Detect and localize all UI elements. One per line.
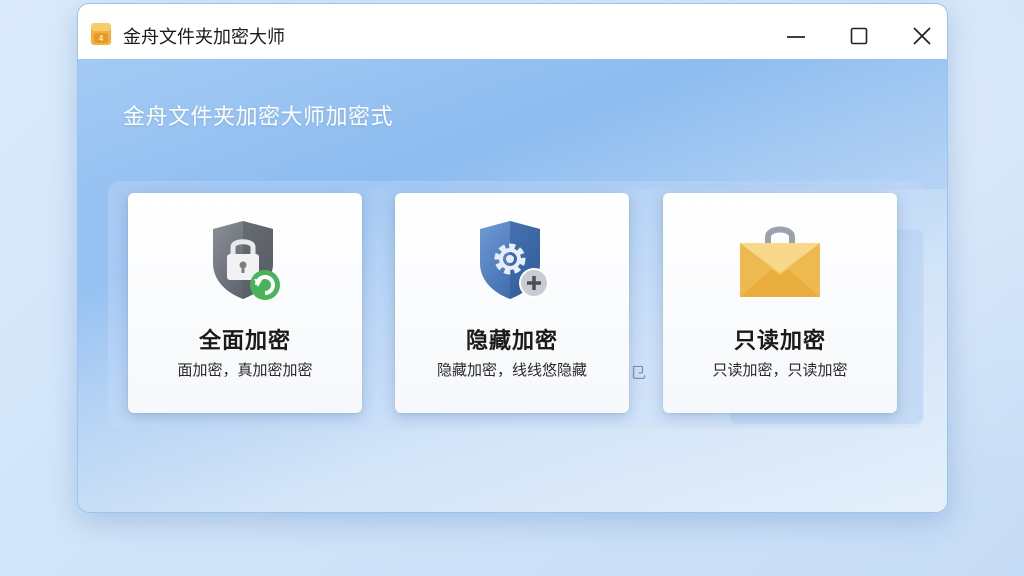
card-title: 全面加密 <box>198 329 291 354</box>
minimize-icon <box>787 36 805 38</box>
window-title: 金舟文件夹加密大师 <box>123 27 285 48</box>
full-encryption-card[interactable]: 全面加密 面加密，真加密加密 <box>128 193 362 413</box>
readonly-encryption-card[interactable]: 只读加密 只读加密，只读加密 <box>663 193 897 413</box>
card-description: 只读加密，只读加密 <box>712 361 848 379</box>
close-button[interactable] <box>904 18 940 54</box>
encryption-mode-heading: 金舟文件夹加密大师加密式 <box>123 105 394 130</box>
close-icon <box>913 27 931 45</box>
hidden-encryption-card[interactable]: 隐藏加密 隐藏加密，线线悠隐藏 <box>395 193 629 413</box>
card-title: 只读加密 <box>733 329 826 354</box>
shield-gear-icon <box>480 221 549 299</box>
maximize-button[interactable] <box>841 18 877 54</box>
card-description: 隐藏加密，线线悠隐藏 <box>436 361 587 379</box>
shield-lock-icon <box>213 221 280 300</box>
folder-lock-app-icon: 4 <box>91 23 111 45</box>
envelope-bag-icon <box>740 226 820 297</box>
maximize-icon <box>850 27 868 45</box>
background-glyph: 㔾 <box>630 363 647 382</box>
title-bar[interactable]: 4 金舟文件夹加密大师 <box>78 4 947 59</box>
svg-text:4: 4 <box>98 34 103 43</box>
card-description: 面加密，真加密加密 <box>177 361 313 379</box>
card-title: 隐藏加密 <box>465 329 558 354</box>
app-window: 4 金舟文件夹加密大师 㔾 金舟文件夹加密大师加密式 全面加密 面加密，真加密加… <box>77 3 948 513</box>
main-content: 㔾 金舟文件夹加密大师加密式 全面加密 面加密，真加密加密 隐藏加密 隐藏加密，… <box>78 59 947 512</box>
minimize-button[interactable] <box>778 18 814 54</box>
